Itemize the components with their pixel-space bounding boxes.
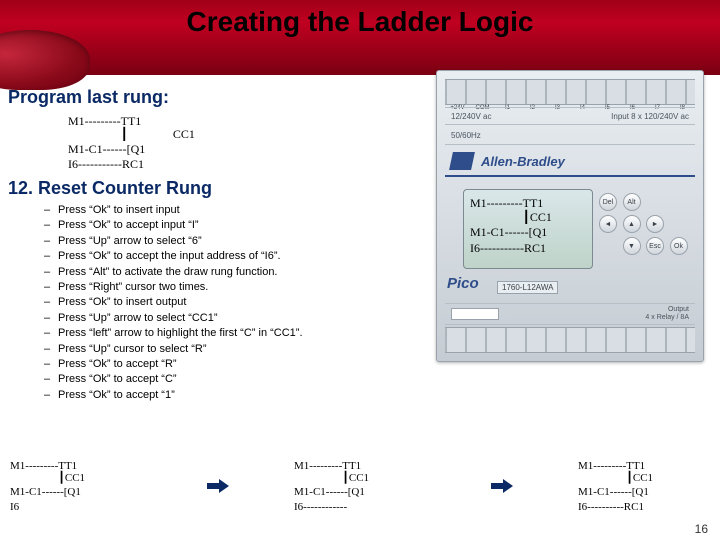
output-text: Output 4 x Relay / 8A [645, 306, 689, 321]
key-down[interactable]: ▼ [623, 237, 641, 255]
mini-block-3: M1---------TT1 M1---------┃CC1 M1-C1----… [578, 459, 710, 514]
lcd-line: M1---------┃CC1 [470, 210, 586, 226]
step-item: Press “Ok” to accept “1” [44, 388, 702, 403]
key-up[interactable]: ▲ [623, 215, 641, 233]
lcd-screen: M1---------TT1 M1---------┃CC1 M1-C1----… [463, 189, 593, 269]
model-label: 1760-L12AWA [497, 281, 558, 294]
bottom-sequence: M1---------TT1 M1---------┃CC1 M1-C1----… [10, 459, 710, 514]
lcd-line: I6-----------RC1 [470, 241, 586, 257]
info-bar-2: 50/60Hz [445, 127, 695, 145]
lcd-line: M1-C1------[Q1 [470, 225, 586, 241]
brand-bar: Allen-Bradley [445, 147, 695, 177]
info-bar-1: 12/240V acInput 8 x 120/240V ac [445, 107, 695, 125]
key-esc[interactable]: Esc [646, 237, 664, 255]
brand-text: Allen-Bradley [481, 154, 565, 169]
pico-label: Pico [447, 275, 479, 292]
key-alt[interactable]: Alt [623, 193, 641, 211]
key-del[interactable]: Del [599, 193, 617, 211]
plc-device: +24VCOMI1I2I3I4I5I6I7I8 12/240V acInput … [436, 70, 704, 362]
output-info: Output 4 x Relay / 8A [445, 303, 695, 325]
ab-logo-icon [449, 152, 475, 170]
key-right[interactable]: ► [646, 215, 664, 233]
arrow-icon [491, 459, 513, 493]
keypad: Del Alt ◄ ▲ ► ▼ Esc Ok [599, 193, 689, 255]
page-number: 16 [695, 522, 708, 536]
key-left[interactable]: ◄ [599, 215, 617, 233]
key-ok[interactable]: Ok [670, 237, 688, 255]
output-blank [451, 308, 499, 320]
mini-block-2: M1---------TT1 M1---------┃CC1 M1-C1----… [294, 459, 426, 514]
arrow-icon [207, 459, 229, 493]
terminal-row-top [445, 79, 695, 105]
step-item: Press “Ok” to accept “C” [44, 372, 702, 387]
page-title: Creating the Ladder Logic [0, 6, 720, 38]
terminal-row-bottom [445, 327, 695, 353]
mini-block-1: M1---------TT1 M1---------┃CC1 M1-C1----… [10, 459, 142, 514]
